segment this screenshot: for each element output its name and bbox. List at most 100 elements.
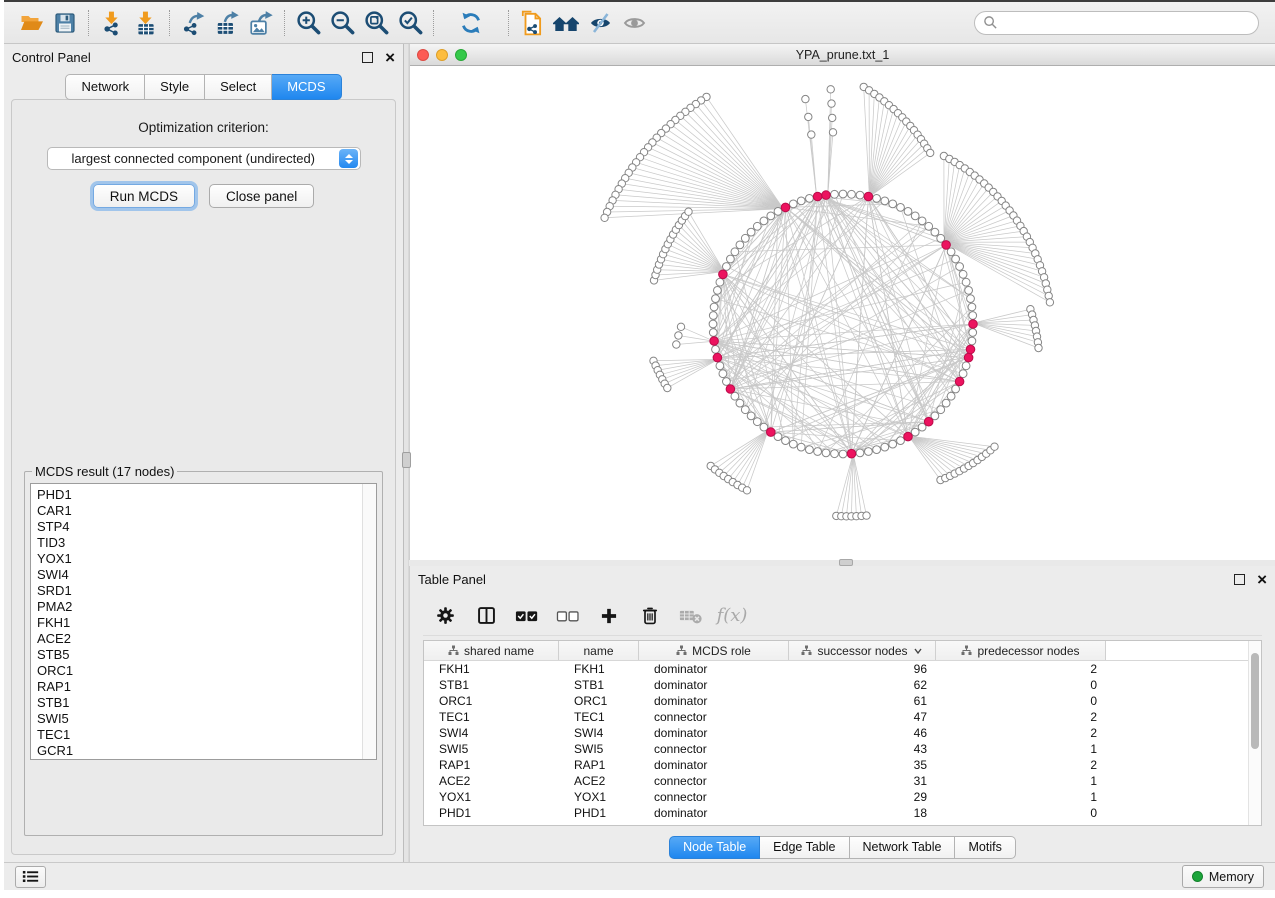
table-row[interactable]: SWI5SWI5connector431 <box>424 741 1248 757</box>
select-all-rows-icon[interactable] <box>515 604 539 628</box>
table-cell[interactable]: 2 <box>936 661 1106 677</box>
delete-columns-icon[interactable] <box>638 604 662 628</box>
close-panel-button[interactable]: Close panel <box>209 184 314 208</box>
window-minimize-button[interactable] <box>436 49 448 61</box>
table-cell[interactable]: YOX1 <box>559 789 639 805</box>
tab-motifs[interactable]: Motifs <box>955 836 1015 859</box>
list-item[interactable]: ORC1 <box>37 663 362 679</box>
table-cell[interactable]: RAP1 <box>424 757 559 773</box>
table-cell[interactable]: 31 <box>789 773 936 789</box>
table-cell[interactable]: connector <box>639 741 789 757</box>
table-cell[interactable]: 0 <box>936 805 1106 821</box>
table-cell[interactable]: 96 <box>789 661 936 677</box>
list-item[interactable]: TEC1 <box>37 727 362 743</box>
table-cell[interactable]: 1 <box>936 741 1106 757</box>
deselect-all-rows-icon[interactable] <box>556 604 580 628</box>
tab-network[interactable]: Network <box>65 74 145 100</box>
table-cell[interactable]: dominator <box>639 757 789 773</box>
table-cell[interactable]: 2 <box>936 757 1106 773</box>
table-cell[interactable]: PHD1 <box>559 805 639 821</box>
vertical-splitter[interactable] <box>403 44 409 862</box>
table-cell[interactable]: SWI4 <box>559 725 639 741</box>
table-row[interactable]: FKH1FKH1dominator962 <box>424 661 1248 677</box>
table-row[interactable]: TEC1TEC1connector472 <box>424 709 1248 725</box>
table-cell[interactable]: dominator <box>639 677 789 693</box>
list-item[interactable]: ACE2 <box>37 631 362 647</box>
table-cell[interactable]: ACE2 <box>424 773 559 789</box>
table-cell[interactable]: 29 <box>789 789 936 805</box>
table-row[interactable]: SWI4SWI4dominator462 <box>424 725 1248 741</box>
list-item[interactable]: STB1 <box>37 695 362 711</box>
column-header-shared-name[interactable]: shared name <box>424 641 559 660</box>
table-cell[interactable]: SWI5 <box>559 741 639 757</box>
network-window-titlebar[interactable]: YPA_prune.txt_1 <box>410 44 1275 66</box>
toggle-column-view-icon[interactable] <box>474 604 498 628</box>
table-row[interactable]: RAP1RAP1dominator352 <box>424 757 1248 773</box>
optimization-criterion-select[interactable]: largest connected component (undirected) <box>47 147 361 170</box>
column-header-predecessor-nodes[interactable]: predecessor nodes <box>936 641 1106 660</box>
list-item[interactable]: FKH1 <box>37 615 362 631</box>
list-item[interactable]: CAR1 <box>37 503 362 519</box>
table-cell[interactable]: SWI5 <box>424 741 559 757</box>
tab-style[interactable]: Style <box>145 74 205 100</box>
open-file-icon[interactable] <box>14 8 48 38</box>
window-maximize-button[interactable] <box>455 49 467 61</box>
table-cell[interactable]: YOX1 <box>424 789 559 805</box>
table-cell[interactable]: TEC1 <box>559 709 639 725</box>
list-item[interactable]: PHD1 <box>37 487 362 503</box>
table-row[interactable]: ACE2ACE2connector311 <box>424 773 1248 789</box>
scrollbar-thumb[interactable] <box>1251 653 1259 749</box>
tab-mcds[interactable]: MCDS <box>272 74 341 100</box>
table-cell[interactable]: ORC1 <box>424 693 559 709</box>
task-history-button[interactable] <box>15 866 46 888</box>
list-item[interactable]: SRD1 <box>37 583 362 599</box>
bird-eye-view-icon[interactable] <box>617 8 651 38</box>
table-cell[interactable]: FKH1 <box>424 661 559 677</box>
table-cell[interactable]: TEC1 <box>424 709 559 725</box>
table-cell[interactable]: 47 <box>789 709 936 725</box>
show-all-windows-icon[interactable] <box>549 8 583 38</box>
table-cell[interactable]: 2 <box>936 709 1106 725</box>
splitter-grip[interactable] <box>839 559 853 566</box>
table-cell[interactable]: 0 <box>936 693 1106 709</box>
table-row[interactable]: STB1STB1dominator620 <box>424 677 1248 693</box>
splitter-grip[interactable] <box>402 452 411 468</box>
close-panel-icon[interactable]: × <box>385 52 395 63</box>
export-image-icon[interactable] <box>244 8 278 38</box>
table-cell[interactable]: 43 <box>789 741 936 757</box>
zoom-selected-icon[interactable] <box>393 8 427 38</box>
table-settings-icon[interactable] <box>433 604 457 628</box>
save-session-icon[interactable] <box>48 8 82 38</box>
table-cell[interactable]: SWI4 <box>424 725 559 741</box>
list-item[interactable]: STB5 <box>37 647 362 663</box>
table-cell[interactable]: connector <box>639 789 789 805</box>
list-item[interactable]: TID3 <box>37 535 362 551</box>
list-item[interactable]: YOX1 <box>37 551 362 567</box>
list-item[interactable]: STP4 <box>37 519 362 535</box>
search-box[interactable] <box>974 11 1259 35</box>
table-cell[interactable]: ACE2 <box>559 773 639 789</box>
table-cell[interactable]: connector <box>639 709 789 725</box>
table-cell[interactable]: dominator <box>639 725 789 741</box>
zoom-fit-icon[interactable] <box>359 8 393 38</box>
table-cell[interactable]: dominator <box>639 693 789 709</box>
float-panel-icon[interactable] <box>362 52 373 63</box>
tab-network-table[interactable]: Network Table <box>850 836 956 859</box>
zoom-in-icon[interactable] <box>291 8 325 38</box>
table-cell[interactable]: RAP1 <box>559 757 639 773</box>
column-header-successor-nodes[interactable]: successor nodes <box>789 641 936 660</box>
export-network-icon[interactable] <box>176 8 210 38</box>
search-input[interactable] <box>998 16 1250 30</box>
list-item[interactable]: GCR1 <box>37 743 362 759</box>
mcds-result-list[interactable]: PHD1CAR1STP4TID3YOX1SWI4SRD1PMA2FKH1ACE2… <box>30 483 377 760</box>
table-cell[interactable]: 62 <box>789 677 936 693</box>
refresh-view-icon[interactable] <box>454 8 488 38</box>
tab-edge-table[interactable]: Edge Table <box>760 836 849 859</box>
table-row[interactable]: YOX1YOX1connector291 <box>424 789 1248 805</box>
table-cell[interactable]: STB1 <box>424 677 559 693</box>
table-cell[interactable]: connector <box>639 773 789 789</box>
table-cell[interactable]: 61 <box>789 693 936 709</box>
import-network-icon[interactable] <box>95 8 129 38</box>
float-panel-icon[interactable] <box>1234 574 1245 585</box>
network-canvas[interactable] <box>410 66 1275 560</box>
